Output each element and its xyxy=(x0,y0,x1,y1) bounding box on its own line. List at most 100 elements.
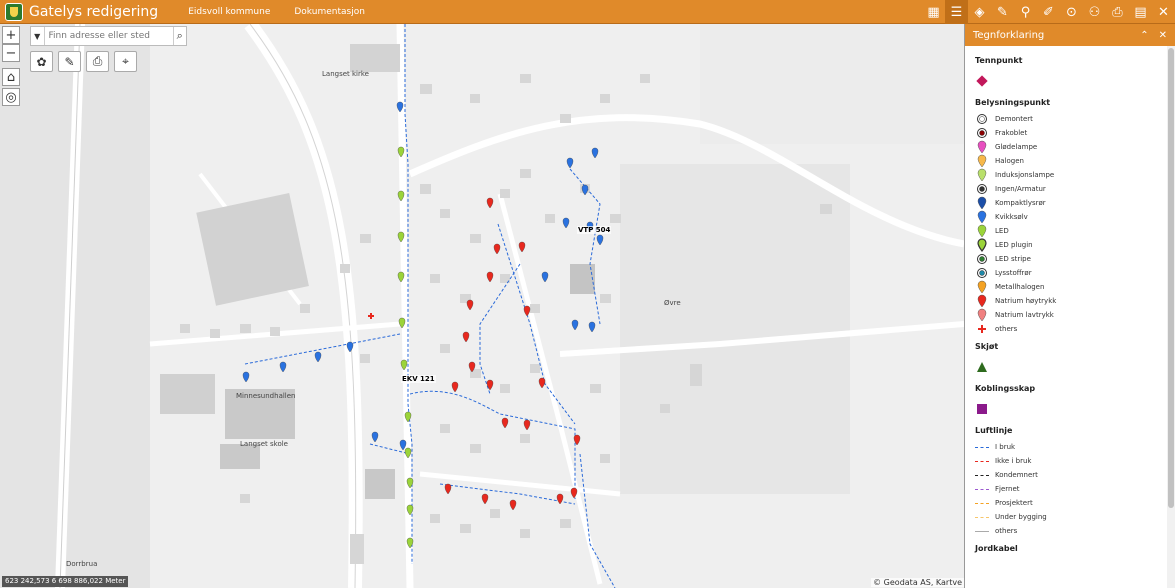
zoom-in-button[interactable]: + xyxy=(2,26,20,44)
legend-item: Induksjonslampe xyxy=(975,168,1165,182)
legend-symbol-icon xyxy=(975,294,989,308)
ekv-label: EKV 121 xyxy=(401,375,436,383)
legend-symbol-icon xyxy=(975,252,989,266)
legend-section-title: Tennpunkt xyxy=(975,56,1023,65)
legend-item-label: Glødelampe xyxy=(995,143,1038,151)
legend-symbol-icon xyxy=(975,322,989,336)
legend-item: Ingen/Armatur xyxy=(975,182,1165,196)
legend-item xyxy=(975,356,1165,378)
edit-icon[interactable]: ✎ xyxy=(991,0,1014,24)
legend-symbol-icon xyxy=(975,74,989,88)
legend-item: LED xyxy=(975,224,1165,238)
legend-symbol-icon xyxy=(975,266,989,280)
legend-item: Ikke i bruk xyxy=(975,454,1165,468)
legend-section-title: Skjøt xyxy=(975,342,999,351)
line-symbol-icon xyxy=(975,474,989,476)
legend-symbol-icon xyxy=(975,196,989,210)
legend-header: Tegnforklaring ⌃ ✕ xyxy=(965,24,1175,46)
map-view[interactable]: Langset kirke Minnesundhallen Langset sk… xyxy=(0,24,964,588)
legend-section-title: Luftlinje xyxy=(975,426,1013,435)
locate-icon[interactable]: ◎ xyxy=(2,88,20,106)
legend-item: Natrium høytrykk xyxy=(975,294,1165,308)
line-symbol-icon xyxy=(975,516,989,518)
map-attribution: © Geodata AS, Kartve xyxy=(871,578,964,587)
legend-section-title: Koblingsskap xyxy=(975,384,1036,393)
legend-symbol-icon xyxy=(975,140,989,154)
legend-item-label: Fjernet xyxy=(995,485,1020,493)
road-label-dorrbrua: Dorrbrua xyxy=(66,560,98,568)
list-icon[interactable]: ☰ xyxy=(945,0,968,24)
search-person-icon[interactable]: ⚇ xyxy=(1083,0,1106,24)
school-label: Langset skole xyxy=(240,440,288,448)
legend-symbol-icon xyxy=(975,168,989,182)
pin-icon[interactable]: ⚲ xyxy=(1014,0,1037,24)
brain-tool-icon[interactable]: ✿ xyxy=(30,51,53,72)
line-symbol-icon xyxy=(975,530,989,532)
address-search: ▼ ⌕ xyxy=(30,26,187,46)
print-icon[interactable]: ⎙ xyxy=(1106,0,1129,24)
legend-item-label: Kondemnert xyxy=(995,471,1038,479)
legend-close-icon[interactable]: ✕ xyxy=(1159,30,1167,41)
legend-item: others xyxy=(975,322,1165,336)
legend-panel: Tegnforklaring ⌃ ✕ Tennpunkt Belysningspu… xyxy=(964,24,1175,588)
legend-symbol-icon xyxy=(975,210,989,224)
legend-item-label: Metallhalogen xyxy=(995,283,1045,291)
legend-item-label: Induksjonslampe xyxy=(995,171,1055,179)
line-symbol-icon xyxy=(975,460,989,462)
legend-item-label: LED stripe xyxy=(995,255,1031,263)
close-icon[interactable]: ✕ xyxy=(1152,0,1175,24)
legend-item-label: others xyxy=(995,527,1018,535)
legend-item-label: Ikke i bruk xyxy=(995,457,1032,465)
legend-item: Prosjektert xyxy=(975,496,1165,510)
area-label-ovre: Øvre xyxy=(664,299,681,307)
print-tool-icon[interactable]: ⎙ xyxy=(86,51,109,72)
legend-item-label: Kompaktlysrør xyxy=(995,199,1046,207)
legend-item: others xyxy=(975,524,1165,538)
legend-section-title: Belysningspunkt xyxy=(975,98,1051,107)
collapse-icon[interactable]: ⌃ xyxy=(1140,30,1148,41)
legend-section-title: Jordkabel xyxy=(975,544,1018,553)
church-label: Langset kirke xyxy=(322,70,369,78)
search-input[interactable] xyxy=(44,27,173,45)
nav-link-documentation[interactable]: Dokumentasjon xyxy=(294,7,365,17)
legend-item: Natrium lavtrykk xyxy=(975,308,1165,322)
legend-symbol-icon xyxy=(975,154,989,168)
search-icon[interactable]: ⌕ xyxy=(172,27,187,45)
draw-tool-icon[interactable]: ✎ xyxy=(58,51,81,72)
zoom-out-button[interactable]: − xyxy=(2,44,20,62)
measure-tool-icon[interactable]: ⌖ xyxy=(114,51,137,72)
book-icon[interactable]: ▤ xyxy=(1129,0,1152,24)
legend-item: Halogen xyxy=(975,154,1165,168)
legend-item-label: Kvikksølv xyxy=(995,213,1028,221)
target-icon[interactable]: ⊙ xyxy=(1060,0,1083,24)
layers-icon[interactable]: ◈ xyxy=(968,0,991,24)
legend-item: Demontert xyxy=(975,112,1165,126)
legend-body: Tennpunkt Belysningspunkt Demontert Frakobl… xyxy=(965,46,1175,582)
legend-item: Kvikksølv xyxy=(975,210,1165,224)
legend-item xyxy=(975,398,1165,420)
pin-edit-icon[interactable]: ✐ xyxy=(1037,0,1060,24)
legend-item: Metallhalogen xyxy=(975,280,1165,294)
coordinate-readout: 623 242,573 6 698 886,022 Meter xyxy=(2,576,129,587)
legend-item-label: others xyxy=(995,325,1018,333)
legend-title: Tegnforklaring xyxy=(973,29,1045,41)
legend-item: LED stripe xyxy=(975,252,1165,266)
search-dropdown-icon[interactable]: ▼ xyxy=(31,27,45,45)
municipality-logo-icon xyxy=(5,2,23,21)
legend-item-label: Lysstoffrør xyxy=(995,269,1032,277)
legend-item: LED plugin xyxy=(975,238,1165,252)
grid-icon[interactable]: ▦ xyxy=(922,0,945,24)
legend-item-label: Ingen/Armatur xyxy=(995,185,1046,193)
line-symbol-icon xyxy=(975,446,989,448)
legend-item: Fjernet xyxy=(975,482,1165,496)
legend-item-label: Natrium høytrykk xyxy=(995,297,1057,305)
legend-scrollbar[interactable] xyxy=(1167,46,1175,588)
legend-item-label: I bruk xyxy=(995,443,1016,451)
legend-item: Kompaktlysrør xyxy=(975,196,1165,210)
line-symbol-icon xyxy=(975,488,989,490)
legend-symbol-icon xyxy=(975,182,989,196)
home-icon[interactable]: ⌂ xyxy=(2,68,20,86)
nav-link-eidsvoll[interactable]: Eidsvoll kommune xyxy=(188,7,270,17)
legend-symbol-icon xyxy=(975,280,989,294)
app-title: Gatelys redigering xyxy=(29,3,159,20)
